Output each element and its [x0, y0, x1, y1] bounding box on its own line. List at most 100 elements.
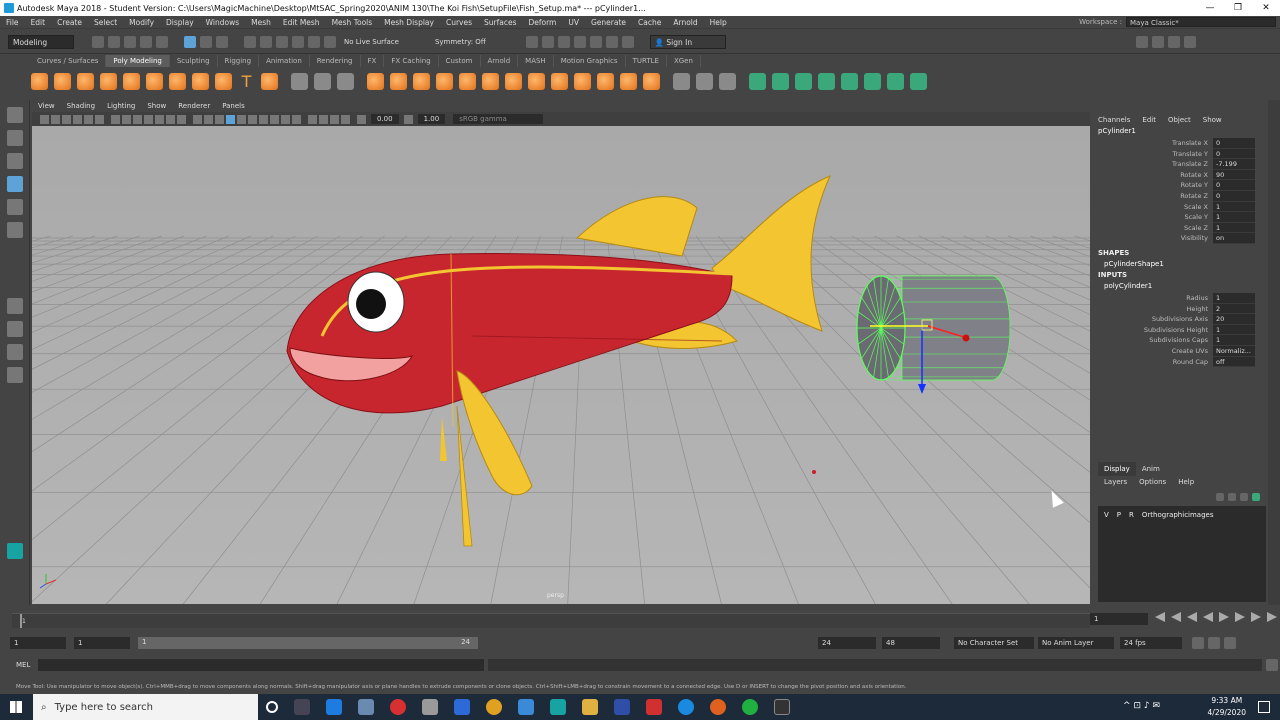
- shelf-tab-motion-graphics[interactable]: Motion Graphics: [554, 55, 626, 67]
- auto-key-icon[interactable]: [1208, 637, 1220, 649]
- shelf-tab-curves-surfaces[interactable]: Curves / Surfaces: [30, 55, 107, 67]
- uv-editor-icon[interactable]: [841, 72, 858, 90]
- poly-sphere-icon[interactable]: [31, 72, 48, 90]
- poly-type-icon[interactable]: T: [238, 73, 255, 90]
- fps-dropdown[interactable]: 24 fps: [1120, 637, 1182, 649]
- viewport-menu-shading[interactable]: Shading: [61, 100, 101, 112]
- undo-icon[interactable]: [140, 35, 152, 48]
- exposure-icon[interactable]: [357, 114, 366, 124]
- single-perspective-icon[interactable]: [6, 298, 23, 314]
- file-explorer-icon[interactable]: [582, 699, 598, 715]
- cb-menu-edit[interactable]: Edit: [1136, 114, 1162, 126]
- menu-modify[interactable]: Modify: [123, 18, 160, 27]
- attr-row[interactable]: Rotate Z0: [1092, 190, 1266, 202]
- taskbar-search[interactable]: ⌕ Type here to search: [33, 694, 258, 720]
- gate-mask-icon[interactable]: [144, 114, 153, 124]
- shadows-icon[interactable]: [248, 114, 257, 124]
- input-attr-row[interactable]: Height 2: [1092, 303, 1266, 315]
- gamma-field[interactable]: 1.00: [417, 114, 446, 124]
- render-view-icon[interactable]: [525, 35, 538, 48]
- input-node-name[interactable]: polyCylinder1: [1092, 281, 1266, 292]
- locator-point[interactable]: [812, 470, 816, 474]
- range-slider-bar[interactable]: 1 24: [138, 637, 478, 649]
- sign-in-button[interactable]: 👤 Sign In: [649, 34, 726, 49]
- bookmarks-icon[interactable]: [62, 114, 71, 124]
- whatsapp-icon[interactable]: [742, 699, 758, 715]
- safe-action-icon[interactable]: [166, 114, 175, 124]
- menu-mesh-tools[interactable]: Mesh Tools: [326, 18, 379, 27]
- shelf-tab-sculpting[interactable]: Sculpting: [170, 55, 218, 67]
- koi-fish-model[interactable]: [286, 175, 831, 547]
- cb-menu-object[interactable]: Object: [1162, 114, 1197, 126]
- perspective-viewport[interactable]: persp: [32, 126, 1090, 604]
- layer-playback-toggle[interactable]: P: [1117, 511, 1121, 519]
- move-tool-icon[interactable]: [6, 176, 23, 192]
- lasso-tool-icon[interactable]: [6, 130, 23, 146]
- resolution-gate-icon[interactable]: [133, 114, 142, 124]
- poly-cylinder-icon[interactable]: [77, 72, 94, 90]
- zoom-icon[interactable]: [454, 699, 470, 715]
- go-to-start-icon[interactable]: [1155, 612, 1165, 622]
- edge-icon[interactable]: [326, 699, 342, 715]
- menu-create[interactable]: Create: [51, 18, 88, 27]
- boolean-icon[interactable]: [367, 72, 384, 90]
- calculator-icon[interactable]: [422, 699, 438, 715]
- mirror-icon[interactable]: [390, 72, 407, 90]
- close-button[interactable]: ✕: [1252, 0, 1280, 16]
- input-attr-row[interactable]: Subdivisions Axis 20: [1092, 314, 1266, 325]
- xray-components-icon[interactable]: [341, 114, 350, 124]
- side-panel-tabs[interactable]: [1268, 100, 1280, 605]
- attr-row[interactable]: Translate Y0: [1092, 148, 1266, 160]
- paint-select-tool-icon[interactable]: [6, 153, 23, 169]
- menu-help[interactable]: Help: [704, 18, 733, 27]
- layer-menu-help[interactable]: Help: [1172, 476, 1200, 488]
- viewport-menu-show[interactable]: Show: [141, 100, 172, 112]
- layer-visibility-toggle[interactable]: V: [1104, 511, 1109, 519]
- automatic-uv-icon[interactable]: [818, 72, 835, 90]
- separate-icon[interactable]: [314, 72, 331, 90]
- poly-cube-icon[interactable]: [54, 72, 71, 90]
- attr-row[interactable]: Scale Z1: [1092, 222, 1266, 234]
- script-language-label[interactable]: MEL: [16, 661, 38, 669]
- smooth-shade-icon[interactable]: [204, 114, 213, 124]
- taskbar-clock[interactable]: 9:33 AM 4/29/2020: [1208, 695, 1246, 719]
- camera-attributes-icon[interactable]: [51, 114, 60, 124]
- layer-name[interactable]: Orthographicimages: [1142, 511, 1214, 519]
- workspace-dropdown[interactable]: Maya Classic*: [1126, 17, 1276, 27]
- playback-start-field[interactable]: 1: [74, 637, 130, 649]
- step-forward-frame-icon[interactable]: [1235, 612, 1245, 622]
- pause-icon[interactable]: [621, 35, 634, 48]
- grease-pencil-icon[interactable]: [95, 114, 104, 124]
- new-empty-layer-icon[interactable]: [1240, 493, 1248, 501]
- input-attr-row[interactable]: Radius 1: [1092, 292, 1266, 304]
- textured-icon[interactable]: [226, 114, 235, 124]
- merge-icon[interactable]: [528, 72, 545, 90]
- play-forwards-icon[interactable]: [1219, 612, 1229, 622]
- viewport-menu-view[interactable]: View: [32, 100, 61, 112]
- shelf-tab-rigging[interactable]: Rigging: [218, 55, 260, 67]
- menu-select[interactable]: Select: [88, 18, 123, 27]
- end-time-field[interactable]: 48: [882, 637, 940, 649]
- scale-tool-icon[interactable]: [6, 222, 23, 238]
- cb-menu-show[interactable]: Show: [1197, 114, 1228, 126]
- menu-windows[interactable]: Windows: [200, 18, 245, 27]
- new-scene-icon[interactable]: [92, 35, 104, 48]
- shelf-tab-fx[interactable]: FX: [361, 55, 385, 67]
- select-hierarchy-icon[interactable]: [184, 35, 196, 48]
- ipr-render-icon[interactable]: [557, 35, 570, 48]
- shelf-tab-animation[interactable]: Animation: [259, 55, 310, 67]
- bevel-icon[interactable]: [459, 72, 476, 90]
- outliner-icon[interactable]: [6, 367, 23, 383]
- loop-icon[interactable]: [1192, 637, 1204, 649]
- snap-point-icon[interactable]: [276, 35, 288, 48]
- tool-settings-icon[interactable]: [1167, 35, 1180, 48]
- snap-vertex-icon[interactable]: [324, 35, 336, 48]
- smooth-tool-icon[interactable]: [719, 72, 736, 90]
- use-all-lights-icon[interactable]: [237, 114, 246, 124]
- sew-uv-icon[interactable]: [887, 72, 904, 90]
- super-shape-icon[interactable]: [215, 72, 232, 90]
- chrome-icon[interactable]: [486, 699, 502, 715]
- bridge-icon[interactable]: [436, 72, 453, 90]
- poly-plane-icon[interactable]: [123, 72, 140, 90]
- extrude-icon[interactable]: [413, 72, 430, 90]
